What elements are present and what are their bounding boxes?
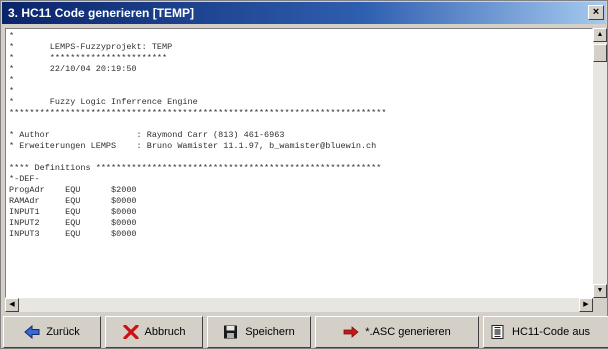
floppy-disk-icon [223,325,239,339]
scroll-right-button[interactable]: ▶ [579,298,593,312]
code-line: ProgAdr EQU $2000 [9,185,137,195]
code-editor[interactable]: * * LEMPS-Fuzzyprojekt: TEMP * ***********… [5,28,593,298]
save-button[interactable]: Speichern [207,316,311,348]
hc11-code-window: 3. HC11 Code generieren [TEMP] × * * LEMP… [0,0,608,349]
back-button[interactable]: Zurück [3,316,101,348]
cancel-label: Abbruch [144,326,186,338]
window-title: 3. HC11 Code generieren [TEMP] [8,6,195,20]
scroll-up-button[interactable]: ▲ [593,28,607,42]
code-line: INPUT3 EQU $0000 [9,229,137,239]
arrow-right-small-icon: ▶ [583,301,589,308]
code-line: INPUT2 EQU $0000 [9,218,137,228]
generate-asc-label: *.ASC generieren [365,326,451,338]
code-line: * *********************** [9,53,168,63]
scroll-left-button[interactable]: ◀ [5,298,19,312]
code-line: * 22/10/04 20:19:50 [9,64,137,74]
code-line: * Author : Raymond Carr (813) 461-6963 [9,130,285,140]
vertical-scroll-thumb[interactable] [593,44,607,62]
generate-asc-button[interactable]: *.ASC generieren [315,316,479,348]
horizontal-scrollbar[interactable]: ◀ ▶ [5,298,593,312]
scrollbar-corner [593,298,607,312]
title-bar: 3. HC11 Code generieren [TEMP] × [2,2,606,24]
back-label: Zurück [46,326,80,338]
document-chip-icon [490,325,506,339]
code-line: * [9,86,15,96]
code-line: INPUT1 EQU $0000 [9,207,137,217]
arrow-left-small-icon: ◀ [9,301,15,308]
close-icon: × [592,6,600,18]
scroll-down-button[interactable]: ▼ [593,284,607,298]
code-line: * [9,31,15,41]
code-line: * LEMPS-Fuzzyprojekt: TEMP [9,42,173,52]
arrow-down-icon: ▼ [596,287,604,294]
arrow-left-icon [24,324,40,340]
save-label: Speichern [245,326,295,338]
cancel-button[interactable]: Abbruch [105,316,203,348]
close-button[interactable]: × [588,5,604,20]
hc11-code-label: HC11-Code aus [512,326,591,338]
hc11-code-button[interactable]: HC11-Code aus [483,316,608,348]
x-icon [122,324,139,340]
code-line: **** Definitions ***********************… [9,163,382,173]
code-line: ****************************************… [9,108,387,118]
arrow-right-icon [343,325,359,339]
code-text: * * LEMPS-Fuzzyprojekt: TEMP * ***********… [6,29,592,242]
code-line: * [9,75,15,85]
code-line: *-DEF- [9,174,40,184]
code-line: RAMAdr EQU $0000 [9,196,137,206]
button-bar: Zurück Abbruch Speichern *.ASC generiere… [1,314,608,350]
arrow-up-icon: ▲ [596,31,604,38]
code-line: * Erweiterungen LEMPS : Bruno Wamister 1… [9,141,377,151]
code-line: * Fuzzy Logic Inferrence Engine [9,97,198,107]
vertical-scrollbar[interactable]: ▲ ▼ [593,28,607,298]
